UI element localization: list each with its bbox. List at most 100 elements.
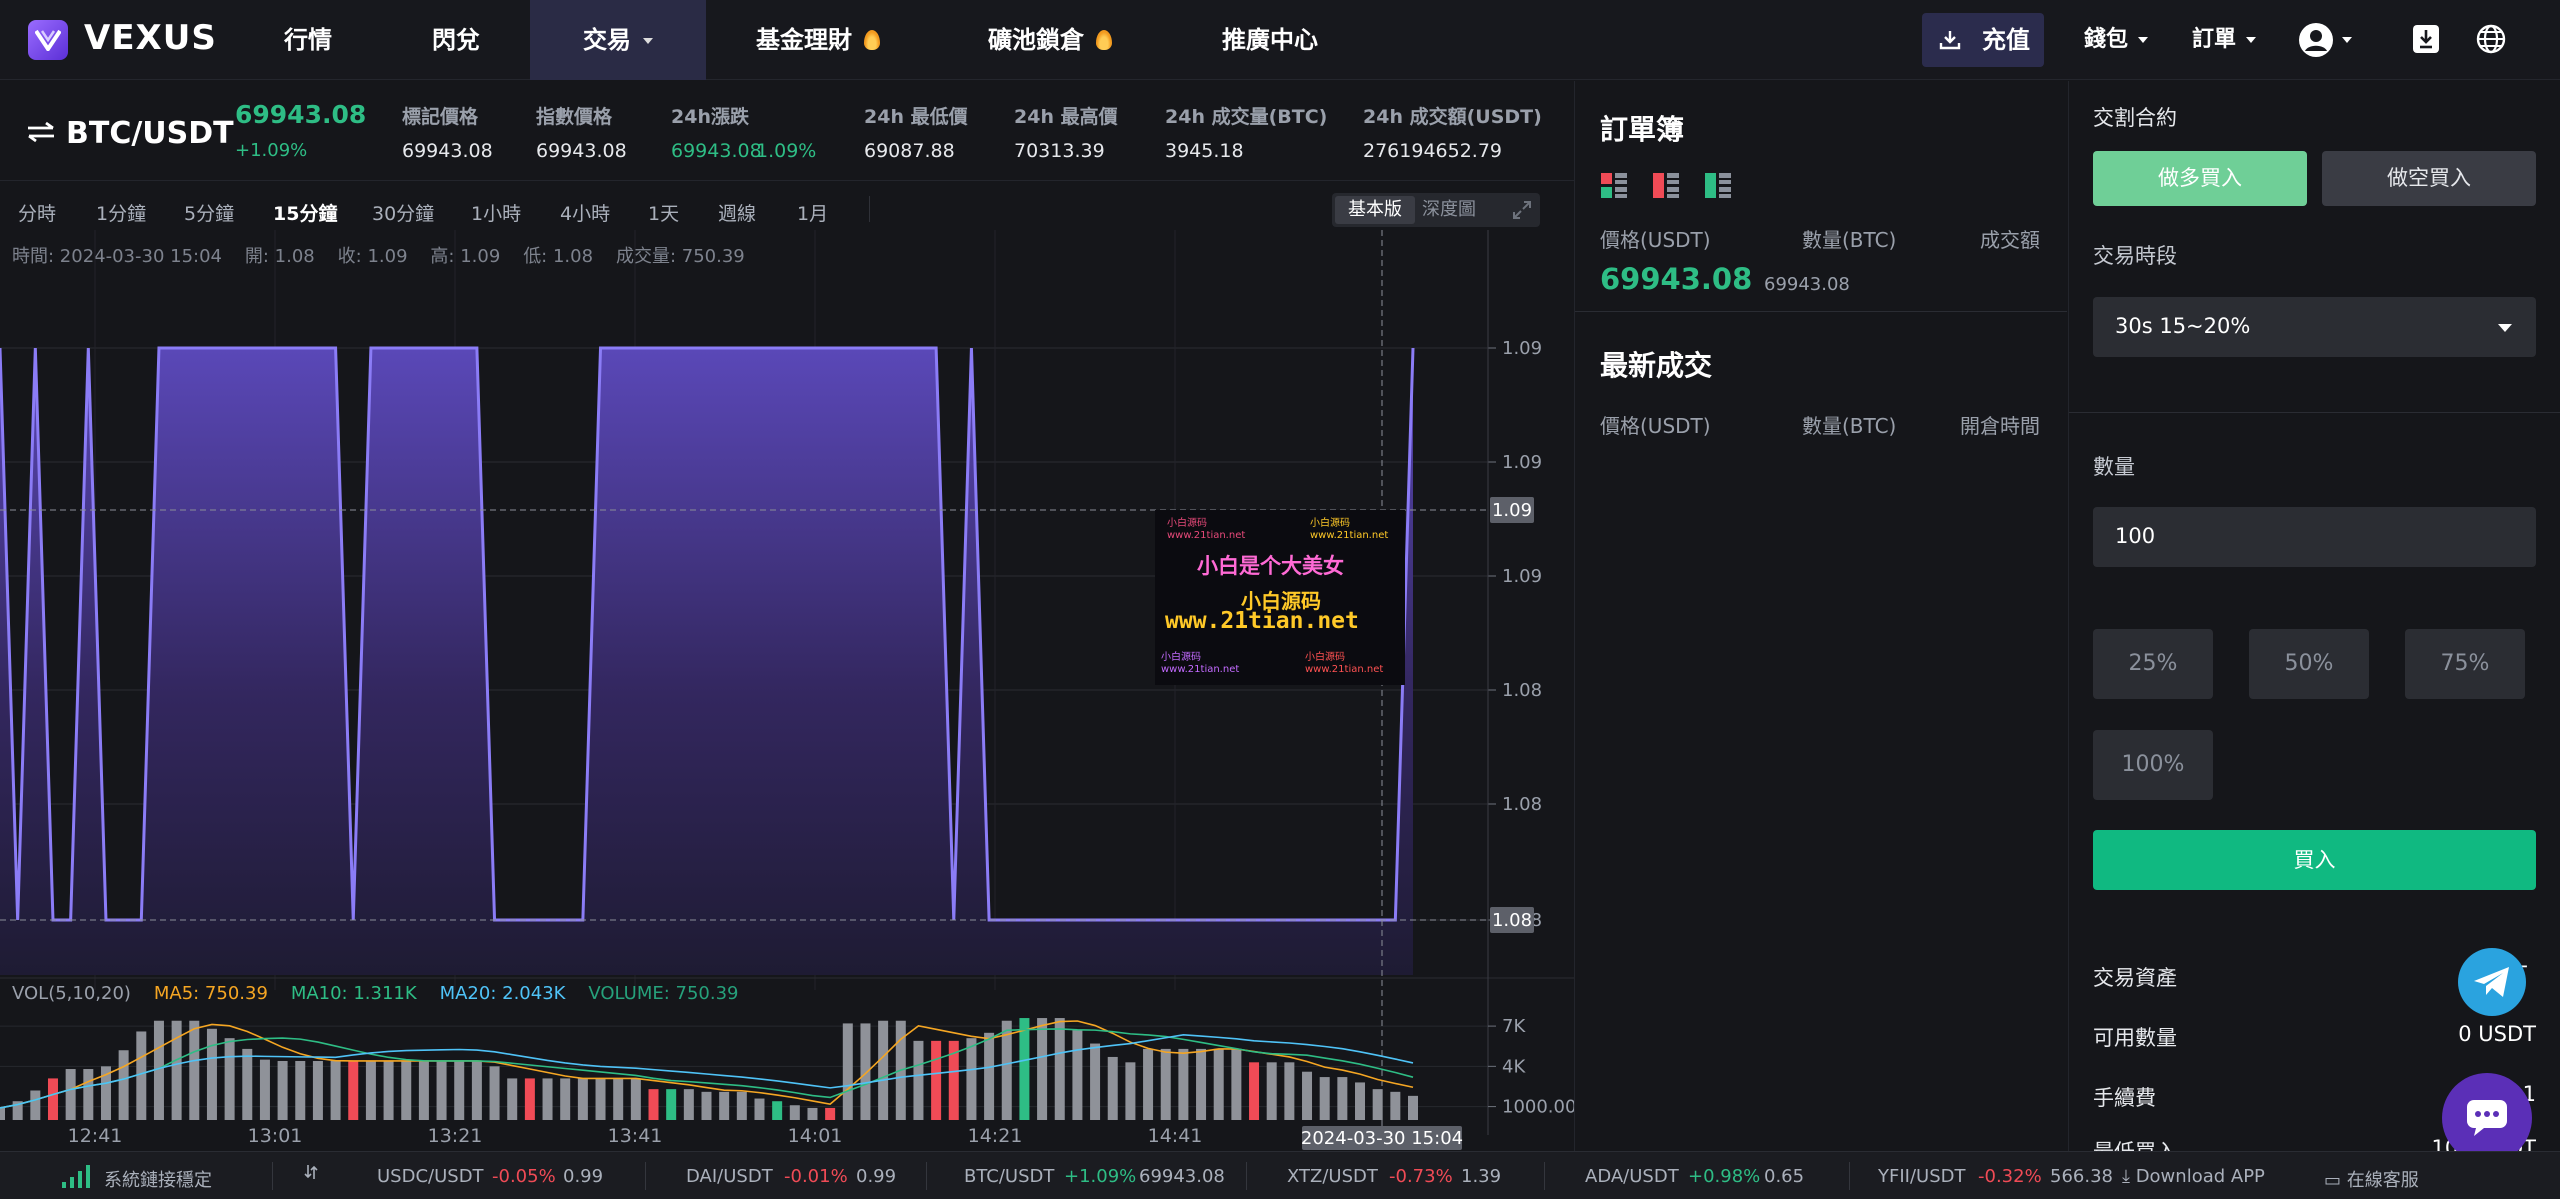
- ob-header-qty: 數量(BTC): [1802, 228, 1897, 252]
- vol-ma20: MA20: 2.043K: [439, 983, 566, 1004]
- download-app-link[interactable]: ⤓ Download APP: [2122, 1166, 2265, 1187]
- volume-bar: [259, 1059, 270, 1120]
- ft-price: 1.39: [1461, 1166, 1502, 1187]
- divider: [1849, 1162, 1850, 1190]
- tf-tab[interactable]: 4小時: [560, 199, 610, 226]
- signal-icon: [62, 1165, 90, 1188]
- ob-mid-sub: 69943.08: [1764, 274, 1850, 295]
- app-download-icon[interactable]: [2412, 24, 2440, 54]
- orders-menu[interactable]: 訂單: [2192, 0, 2257, 80]
- ft-pair[interactable]: DAI/USDT: [686, 1166, 773, 1187]
- ft-pair[interactable]: BTC/USDT: [964, 1166, 1054, 1187]
- telegram-button[interactable]: [2458, 948, 2526, 1016]
- online-support-link[interactable]: ▭ 在線客服: [2324, 1166, 2419, 1192]
- volume-bar: [471, 1060, 482, 1120]
- nav-markets[interactable]: 行情: [284, 0, 332, 80]
- chevron-down-icon: [2246, 37, 2257, 43]
- orders-label: 訂單: [2192, 27, 2237, 52]
- volume-bar: [1090, 1043, 1101, 1120]
- watermark-image: 小白源码 www.21tian.net 小白源码 www.21tian.net 小白…: [1155, 510, 1405, 685]
- ft-pair[interactable]: YFII/USDT: [1878, 1166, 1966, 1187]
- fullscreen-icon[interactable]: [1512, 200, 1532, 220]
- volume-bar: [931, 1040, 942, 1120]
- stat-label-high: 24h 最高價: [1014, 106, 1118, 128]
- nav-trade[interactable]: 交易: [530, 0, 706, 80]
- pair-name[interactable]: BTC/USDT: [66, 116, 234, 151]
- period-select[interactable]: 30s 15~20%: [2093, 297, 2536, 357]
- connection-status: 系統鏈接穩定: [104, 1170, 212, 1191]
- tf-tab[interactable]: 週線: [718, 199, 756, 226]
- chat-support-button[interactable]: [2442, 1073, 2532, 1163]
- qty-value: 100: [2115, 524, 2156, 548]
- wallet-menu[interactable]: 錢包: [2084, 0, 2149, 80]
- stat-label-turnover: 24h 成交額(USDT): [1363, 106, 1542, 128]
- volume-bar: [189, 1020, 200, 1120]
- tf-tab[interactable]: 分時: [18, 199, 56, 226]
- vol-tick-label: 7K: [1502, 1016, 1526, 1037]
- available-value: 0 USDT: [2458, 1022, 2536, 1046]
- nav-fund-label: 基金理財: [756, 26, 852, 54]
- volume-bar: [30, 1090, 41, 1120]
- globe-icon[interactable]: [2476, 24, 2506, 54]
- volume-bar: [860, 1023, 871, 1120]
- watermark-line1: 小白是个大美女: [1197, 554, 1344, 578]
- orderbook-both-icon[interactable]: [1600, 172, 1628, 200]
- volume-bar: [224, 1038, 235, 1120]
- ft-pair[interactable]: XTZ/USDT: [1287, 1166, 1378, 1187]
- volume-bar: [1231, 1048, 1242, 1120]
- pct-50-button[interactable]: 50%: [2249, 629, 2369, 699]
- account-menu[interactable]: [2298, 22, 2358, 58]
- volume-bar: [83, 1069, 94, 1120]
- orderbook-bids-icon[interactable]: [1704, 172, 1732, 200]
- pct-25-button[interactable]: 25%: [2093, 629, 2213, 699]
- swap-pair-icon[interactable]: [26, 121, 56, 143]
- tf-tab[interactable]: 30分鐘: [372, 199, 434, 226]
- swap-vertical-icon[interactable]: [304, 1163, 318, 1181]
- fire-icon: [864, 30, 880, 50]
- volume-bar: [1249, 1062, 1260, 1120]
- nav-fund[interactable]: 基金理財: [756, 0, 880, 80]
- stat-label-change: 24h漲跌: [671, 106, 749, 128]
- vol-tick-label: 4K: [1502, 1056, 1526, 1077]
- nav-pool[interactable]: 礦池鎖倉: [988, 0, 1112, 80]
- volume-bar: [577, 1078, 588, 1120]
- tf-tab[interactable]: 5分鐘: [184, 199, 234, 226]
- stat-value-mark: 69943.08: [402, 140, 493, 162]
- short-button[interactable]: 做空買入: [2322, 151, 2536, 206]
- pct-75-button[interactable]: 75%: [2405, 629, 2525, 699]
- brand-name[interactable]: VEXUS: [84, 18, 217, 58]
- top-navbar: VEXUS 行情 閃兌 交易 基金理財 礦池鎖倉 推廣中心 充值 錢包 訂單: [0, 0, 2560, 80]
- long-button[interactable]: 做多買入: [2093, 151, 2307, 206]
- mode-basic[interactable]: 基本版: [1335, 196, 1415, 224]
- pct-100-button[interactable]: 100%: [2093, 730, 2213, 800]
- ft-price: 566.38: [2050, 1166, 2113, 1187]
- volume-bar: [560, 1078, 571, 1120]
- fire-icon: [1096, 30, 1112, 50]
- ft-pair[interactable]: ADA/USDT: [1585, 1166, 1679, 1187]
- volume-bar: [401, 1060, 412, 1120]
- tf-tab[interactable]: 1小時: [471, 199, 521, 226]
- nav-swap[interactable]: 閃兌: [432, 0, 480, 80]
- tf-tab[interactable]: 1天: [648, 199, 679, 226]
- price-chart[interactable]: 1.091.091.091.081.081.081.091.087K4K1000…: [0, 230, 1574, 1151]
- ft-change: +1.09%: [1064, 1166, 1137, 1187]
- nav-referral[interactable]: 推廣中心: [1222, 0, 1318, 80]
- asset-label: 交易資產: [2093, 966, 2177, 990]
- divider: [2069, 412, 2560, 413]
- buy-button[interactable]: 買入: [2093, 830, 2536, 890]
- volume-bar: [0, 1107, 5, 1120]
- ft-pair[interactable]: USDC/USDT: [377, 1166, 484, 1187]
- footer-ticker: 系統鏈接穩定 USDC/USDT -0.05% 0.99 DAI/USDT -0…: [0, 1151, 2560, 1199]
- tf-tab[interactable]: 1月: [797, 199, 828, 226]
- volume-bar: [206, 1028, 217, 1120]
- tf-tab-active[interactable]: 15分鐘: [273, 199, 337, 226]
- volume-bar: [1107, 1056, 1118, 1120]
- tf-tab[interactable]: 1分鐘: [96, 199, 146, 226]
- qty-input[interactable]: 100: [2093, 507, 2536, 567]
- period-value: 30s 15~20%: [2115, 314, 2251, 338]
- deposit-button[interactable]: 充值: [1922, 13, 2044, 67]
- mode-depth[interactable]: 深度圖: [1422, 196, 1476, 224]
- volume-bar: [295, 1060, 306, 1120]
- orderbook-asks-icon[interactable]: [1652, 172, 1680, 200]
- vexus-logo-icon[interactable]: [28, 20, 68, 60]
